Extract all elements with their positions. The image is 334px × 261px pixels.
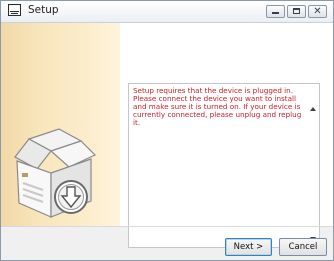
vertical-scrollbar[interactable] [308,84,319,247]
minimize-button[interactable] [266,5,285,18]
footer-divider [1,226,333,227]
scroll-up-arrow-icon[interactable] [310,107,316,111]
title-bar[interactable]: Setup ✕ [1,1,333,23]
setup-app-icon [8,4,21,16]
cancel-button[interactable]: Cancel [279,238,327,256]
setup-window: Setup ✕ Setup requires that the device i… [0,0,334,261]
install-box-icon [14,128,97,218]
close-icon: ✕ [313,6,322,17]
wizard-sidebar [1,23,120,226]
close-button[interactable]: ✕ [308,5,327,18]
maximize-icon [293,8,300,14]
maximize-button[interactable] [287,5,306,18]
window-title: Setup [28,4,59,16]
minimize-icon [272,12,279,14]
next-button[interactable]: Next > [225,238,272,256]
setup-message-text: Setup requires that the device is plugge… [133,86,302,127]
message-box[interactable]: Setup requires that the device is plugge… [128,83,320,248]
wizard-content: Setup requires that the device is plugge… [1,23,333,248]
